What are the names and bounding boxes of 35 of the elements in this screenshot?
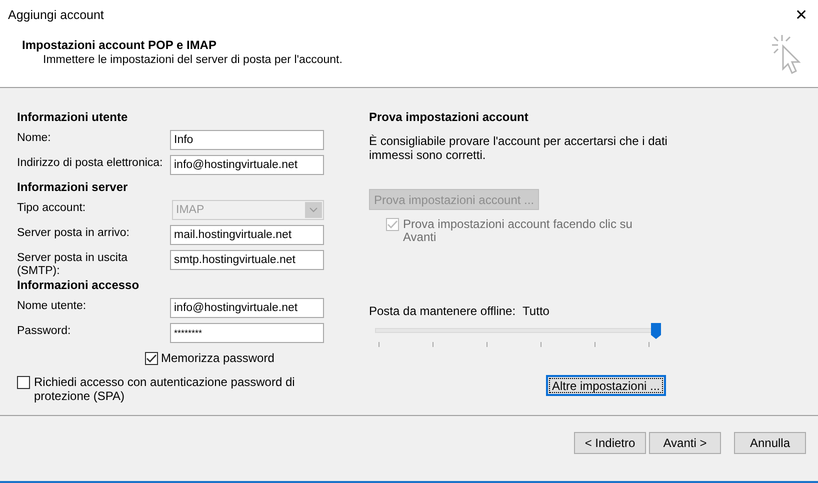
checkbox[interactable]: [145, 352, 158, 364]
input-field[interactable]: mail.hostingvirtuale.net: [170, 225, 324, 245]
window-title: Aggiungi account: [8, 8, 104, 22]
field-label: Password:: [17, 324, 72, 338]
field-label: Tipo account:: [17, 201, 87, 215]
description-text: È consigliabile provare l'account per accertarsi che i dati immessi sono corretti.: [369, 134, 668, 162]
field-label: Nome utente:: [17, 299, 88, 313]
wizard-button[interactable]: Annulla: [734, 432, 806, 454]
section-heading: Informazioni accesso: [17, 278, 140, 294]
input-field[interactable]: info@hostingvirtuale.net: [170, 155, 324, 175]
section-heading: Informazioni utente: [17, 110, 129, 126]
wizard-button[interactable]: < Indietro: [574, 432, 646, 454]
input-field[interactable]: info@hostingvirtuale.net: [170, 298, 324, 318]
offline-value: Tutto: [522, 304, 550, 318]
more-settings-button[interactable]: Altre impostazioni ...: [546, 375, 666, 396]
password-field[interactable]: ********: [170, 323, 324, 343]
field-label: Server posta in uscita (SMTP):: [17, 251, 129, 278]
close-button[interactable]: ✕: [795, 6, 808, 24]
wizard-button[interactable]: Avanti >: [649, 432, 721, 454]
checkbox-label: Memorizza password: [161, 351, 274, 365]
checkbox-label: Prova impostazioni account facendo clic su Avanti: [403, 218, 634, 244]
field-label: Nome:: [17, 131, 52, 145]
section-heading: Prova impostazioni account: [369, 110, 530, 126]
checkbox-label: Richiedi accesso con autenticazione password di protezione (SPA): [34, 375, 296, 403]
checkbox[interactable]: [17, 376, 30, 389]
input-field[interactable]: smtp.hostingvirtuale.net: [170, 250, 324, 270]
section-heading: Informazioni server: [17, 180, 129, 196]
header-subtitle: Immettere le impostazioni del server di posta per l'account.: [42, 54, 342, 66]
slider-thumb[interactable]: [651, 323, 661, 339]
input-field[interactable]: Info: [170, 130, 324, 150]
field-label: Indirizzo di posta elettronica:: [17, 156, 164, 170]
header-title: Impostazioni account POP e IMAP: [22, 38, 218, 52]
offline-slider[interactable]: [375, 323, 661, 349]
offline-label: Posta da mantenere offline:: [369, 304, 516, 318]
field-label: Server posta in arrivo:: [17, 226, 130, 240]
